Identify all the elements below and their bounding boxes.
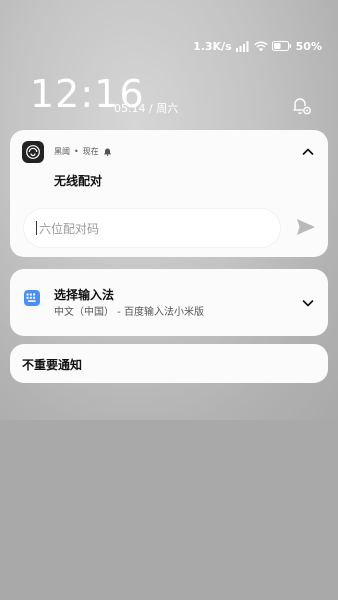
- notification-time: 现在: [82, 147, 99, 156]
- collapse-button[interactable]: [300, 144, 316, 160]
- notification-subtitle: 中文（中国） - 百度输入法小米版: [54, 307, 204, 318]
- notification-card-wireless-pairing[interactable]: 黑阈 • 现在 无线配对 六位配对码: [10, 130, 328, 257]
- app-name: 黑阈: [54, 147, 70, 156]
- expand-button[interactable]: [300, 295, 316, 311]
- battery-icon: [271, 41, 291, 51]
- network-speed: 1.3K/s: [193, 39, 232, 53]
- status-bar: 1.3K/s 50%: [193, 36, 322, 56]
- notification-title: 无线配对: [54, 174, 103, 188]
- pairing-code-input[interactable]: 六位配对码: [24, 209, 280, 247]
- group-title: 不重要通知: [22, 358, 83, 372]
- notification-title: 选择输入法: [54, 288, 115, 302]
- bell-icon: [103, 148, 111, 156]
- pairing-code-placeholder: 六位配对码: [39, 221, 100, 236]
- text-cursor: [36, 221, 37, 235]
- cellular-signal-icon: [235, 40, 249, 52]
- keyboard-icon: [24, 290, 40, 306]
- black-threshold-app-icon: [22, 141, 44, 163]
- notification-card-input-method[interactable]: 选择输入法 中文（中国） - 百度输入法小米版: [10, 269, 328, 336]
- unimportant-notifications-group[interactable]: 不重要通知: [10, 344, 328, 383]
- battery-percent: 50%: [295, 39, 322, 53]
- notification-meta: 黑阈 • 现在: [54, 146, 112, 157]
- wifi-icon: [253, 41, 268, 51]
- send-button[interactable]: [296, 218, 316, 236]
- notification-settings-icon: [293, 98, 311, 115]
- send-icon: [297, 219, 315, 235]
- chevron-down-icon: [302, 300, 314, 307]
- lockscreen-date: 05.14 / 周六: [114, 102, 179, 115]
- notification-settings-button[interactable]: [288, 92, 314, 118]
- chevron-up-icon: [302, 148, 314, 155]
- meta-separator: •: [74, 147, 79, 156]
